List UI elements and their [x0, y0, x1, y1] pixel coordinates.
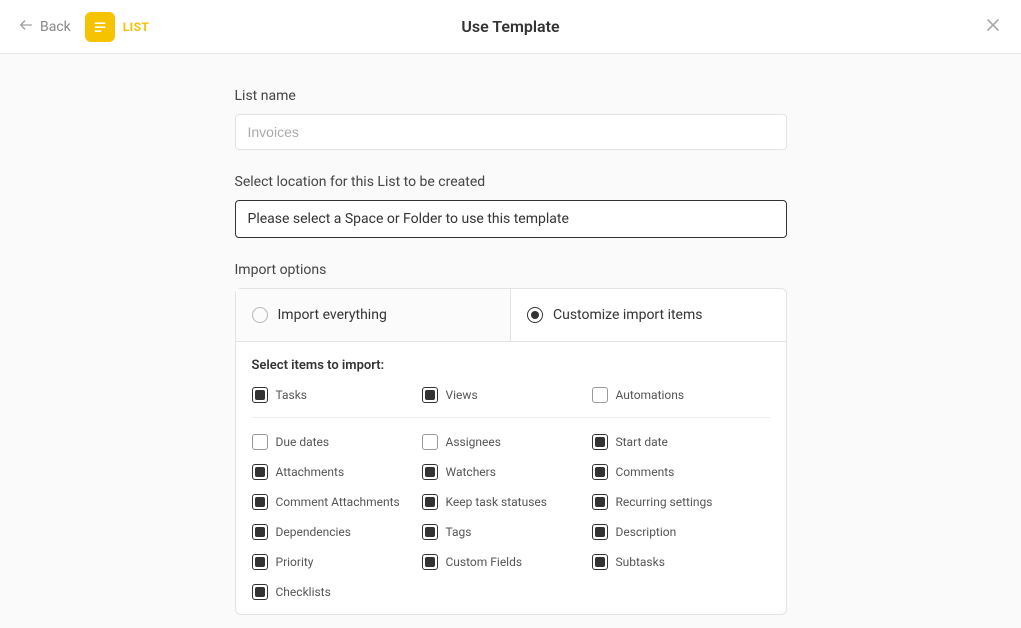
checkbox-item[interactable]: Assignees: [422, 434, 592, 450]
checkbox-icon: [422, 494, 438, 510]
checkbox-label: Comment Attachments: [276, 495, 400, 509]
radio-icon: [527, 307, 543, 323]
location-select[interactable]: Please select a Space or Folder to use t…: [235, 200, 787, 238]
modal-header: Back LIST Use Template: [0, 0, 1021, 54]
checkbox-icon: [252, 464, 268, 480]
items-section: Select items to import: Tasks Views Automa…: [236, 342, 786, 614]
template-form: List name Select location for this List …: [235, 54, 787, 628]
checkbox-label: Attachments: [276, 465, 345, 479]
radio-label: Import everything: [278, 307, 387, 323]
checkbox-icon: [592, 387, 608, 403]
checkbox-label: Start date: [616, 435, 668, 449]
checkbox-icon: [422, 434, 438, 450]
location-label: Select location for this List to be crea…: [235, 174, 787, 190]
checkbox-item[interactable]: Automations: [592, 387, 762, 403]
checkbox-label: Comments: [616, 465, 675, 479]
close-icon: [983, 20, 1003, 39]
list-name-input[interactable]: [235, 114, 787, 150]
select-items-label: Select items to import:: [252, 358, 770, 373]
checkbox-label: Keep task statuses: [446, 495, 547, 509]
checkbox-item[interactable]: Priority: [252, 554, 422, 570]
checkbox-item[interactable]: Views: [422, 387, 592, 403]
location-block: Select location for this List to be crea…: [235, 174, 787, 238]
back-label: Back: [40, 19, 71, 35]
checkbox-icon: [252, 494, 268, 510]
checkbox-icon: [252, 387, 268, 403]
items-grid: Due dates Assignees Start date Attachments W…: [252, 434, 770, 600]
list-icon: [85, 12, 115, 42]
checkbox-item[interactable]: Recurring settings: [592, 494, 762, 510]
divider: [252, 417, 770, 418]
top-items-row: Tasks Views Automations: [252, 387, 770, 403]
checkbox-label: Custom Fields: [446, 555, 523, 569]
checkbox-item[interactable]: Subtasks: [592, 554, 762, 570]
close-button[interactable]: [983, 15, 1003, 39]
checkbox-item[interactable]: Watchers: [422, 464, 592, 480]
checkbox-item[interactable]: Checklists: [252, 584, 422, 600]
checkbox-label: Automations: [616, 388, 685, 402]
list-name-label: List name: [235, 88, 787, 104]
modal-title: Use Template: [461, 17, 559, 36]
checkbox-label: Views: [446, 388, 478, 402]
checkbox-label: Tasks: [276, 388, 308, 402]
checkbox-label: Due dates: [276, 435, 330, 449]
import-mode-radios: Import everything Customize import items: [236, 289, 786, 342]
checkbox-icon: [592, 554, 608, 570]
checkbox-item[interactable]: Comment Attachments: [252, 494, 422, 510]
checkbox-item[interactable]: Comments: [592, 464, 762, 480]
radio-customize-items[interactable]: Customize import items: [511, 289, 786, 341]
arrow-left-icon: [18, 17, 34, 37]
import-options-block: Import options Import everything Customi…: [235, 262, 787, 615]
checkbox-label: Watchers: [446, 465, 496, 479]
checkbox-label: Checklists: [276, 585, 331, 599]
radio-icon: [252, 307, 268, 323]
checkbox-label: Assignees: [446, 435, 501, 449]
checkbox-label: Subtasks: [616, 555, 665, 569]
checkbox-item[interactable]: Tags: [422, 524, 592, 540]
checkbox-label: Priority: [276, 555, 314, 569]
checkbox-item[interactable]: Keep task statuses: [422, 494, 592, 510]
checkbox-icon: [592, 524, 608, 540]
template-type-chip: LIST: [85, 12, 149, 42]
checkbox-label: Tags: [446, 525, 472, 539]
checkbox-icon: [252, 584, 268, 600]
checkbox-icon: [422, 387, 438, 403]
back-button[interactable]: Back: [18, 17, 71, 37]
import-options-label: Import options: [235, 262, 787, 278]
use-template-modal: Back LIST Use Template List name Select …: [0, 0, 1021, 628]
checkbox-item[interactable]: Attachments: [252, 464, 422, 480]
checkbox-item[interactable]: Start date: [592, 434, 762, 450]
checkbox-icon: [252, 554, 268, 570]
checkbox-icon: [592, 464, 608, 480]
checkbox-item[interactable]: Custom Fields: [422, 554, 592, 570]
checkbox-item[interactable]: Tasks: [252, 387, 422, 403]
checkbox-icon: [422, 524, 438, 540]
checkbox-item[interactable]: Dependencies: [252, 524, 422, 540]
modal-body[interactable]: List name Select location for this List …: [0, 54, 1021, 628]
checkbox-icon: [252, 524, 268, 540]
checkbox-item[interactable]: Description: [592, 524, 762, 540]
checkbox-label: Recurring settings: [616, 495, 713, 509]
radio-label: Customize import items: [553, 307, 702, 323]
checkbox-icon: [252, 434, 268, 450]
checkbox-icon: [422, 554, 438, 570]
checkbox-icon: [592, 434, 608, 450]
list-name-block: List name: [235, 88, 787, 150]
checkbox-icon: [592, 494, 608, 510]
checkbox-label: Description: [616, 525, 677, 539]
checkbox-label: Dependencies: [276, 525, 351, 539]
checkbox-icon: [422, 464, 438, 480]
checkbox-item[interactable]: Due dates: [252, 434, 422, 450]
import-options-card: Import everything Customize import items…: [235, 288, 787, 615]
type-label: LIST: [123, 20, 149, 34]
radio-import-everything[interactable]: Import everything: [236, 289, 512, 341]
